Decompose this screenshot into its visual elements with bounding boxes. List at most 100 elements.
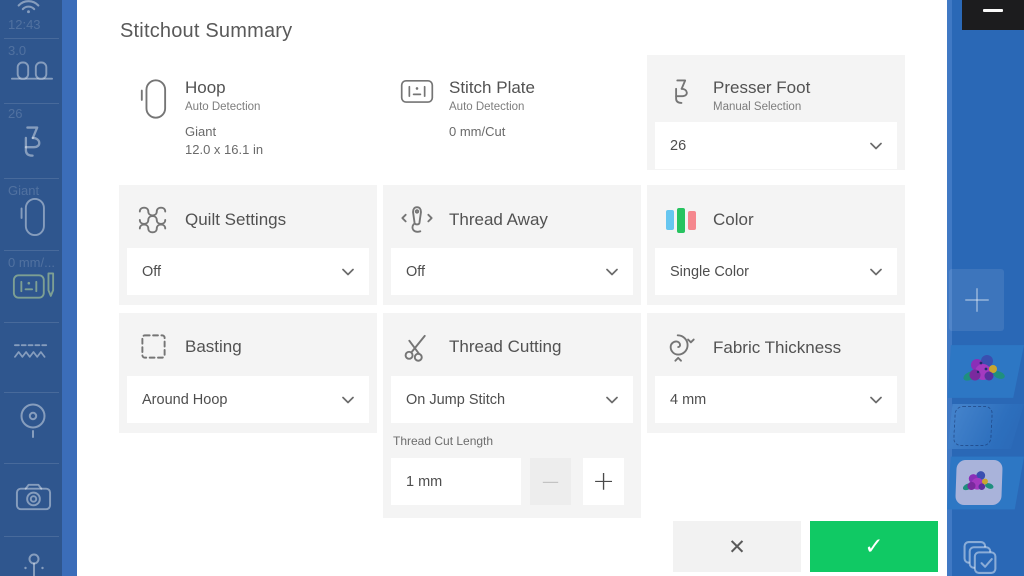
minimize-button[interactable] [962, 0, 1024, 30]
stitch-plate-title: Stitch Plate [449, 78, 535, 97]
stitch-plate-icon [400, 78, 434, 104]
fabric-thickness-icon [664, 332, 698, 364]
presser-foot-select[interactable]: 26 [655, 122, 897, 169]
sidebar-tension-label: 3.0 [8, 43, 27, 58]
presser-foot-card: Presser Foot Manual Selection 26 [647, 55, 905, 170]
sidebar-item-presser-foot[interactable] [17, 124, 47, 160]
basting-icon [136, 332, 170, 361]
confirm-button[interactable]: ✓ [810, 521, 938, 572]
sidebar-item-thread-spools[interactable] [11, 60, 53, 86]
left-sidebar-edge [62, 0, 77, 576]
stitch-plate-subtitle: Auto Detection [449, 100, 525, 113]
hoop-icon [20, 197, 45, 237]
chevron-down-icon [870, 142, 882, 150]
thread-cutting-select[interactable]: On Jump Stitch [391, 376, 633, 423]
chevron-down-icon [606, 396, 618, 404]
color-title: Color [713, 210, 754, 230]
thread-cutting-value: On Jump Stitch [406, 391, 506, 408]
sidebar-item-needle[interactable] [23, 552, 45, 576]
stitch-plate-card: Stitch Plate Auto Detection 0 mm/Cut [383, 55, 641, 170]
basting-card: Basting Around Hoop [119, 313, 377, 433]
sidebar-item-stitch-plate[interactable] [12, 270, 55, 303]
divider [4, 536, 59, 537]
divider [4, 250, 59, 251]
camera-icon [15, 483, 52, 511]
sidebar-item-camera[interactable] [14, 480, 53, 513]
sidebar-item-wifi[interactable] [15, 0, 42, 14]
stitchout-summary-panel: Stitchout Summary Hoop Auto Detection Gi… [77, 0, 947, 576]
hoop-title: Hoop [185, 78, 226, 97]
hoop-subtitle: Auto Detection [185, 100, 261, 113]
quilt-settings-icon [136, 204, 170, 236]
presser-foot-title: Presser Foot [713, 78, 811, 97]
chevron-down-icon [342, 268, 354, 276]
thread-away-select[interactable]: Off [391, 248, 633, 295]
mat-layer-preview[interactable] [947, 456, 1024, 510]
color-bar-blue [666, 210, 674, 230]
basting-outline [952, 406, 994, 446]
sidebar-plate-label: 0 mm/... [8, 255, 55, 270]
divider [4, 178, 59, 179]
stitch-plate-icon [12, 272, 55, 299]
embroidery-flower-thumbnail [962, 351, 1008, 396]
divider [4, 103, 59, 104]
fabric-thickness-select[interactable]: 4 mm [655, 376, 897, 423]
sidebar-item-stitches[interactable] [13, 341, 52, 363]
design-layer-preview[interactable] [947, 345, 1024, 398]
basting-layer-preview[interactable] [947, 403, 1024, 450]
divider [4, 38, 59, 39]
hoop-card: Hoop Auto Detection Giant 12.0 x 16.1 in [119, 55, 377, 170]
basting-title: Basting [185, 336, 242, 356]
sidebar-clock-label: 12:43 [8, 17, 41, 32]
chevron-down-icon [870, 396, 882, 404]
quilt-settings-value: Off [142, 263, 162, 280]
color-bar-pink [688, 210, 696, 230]
presser-foot-icon [24, 126, 41, 157]
fabric-thickness-title: Fabric Thickness [713, 338, 842, 358]
thread-cut-length-decrement-button[interactable]: — [530, 458, 571, 505]
color-select[interactable]: Single Color [655, 248, 897, 295]
sidebar-item-bobbin[interactable] [18, 402, 48, 442]
thread-cut-length-increment-button[interactable]: + [583, 458, 624, 505]
thread-cut-length-label: Thread Cut Length [393, 434, 494, 448]
thread-away-value: Off [406, 263, 426, 280]
color-icon [664, 204, 698, 236]
minimize-icon [983, 9, 1003, 12]
color-value: Single Color [670, 263, 749, 280]
chevron-down-icon [870, 268, 882, 276]
stitch-plate-details: 0 mm/Cut [449, 123, 505, 141]
layers-overview-button[interactable] [960, 539, 1002, 576]
left-sidebar: 12:43 3.0 26 Giant 0 mm/... [0, 0, 77, 576]
color-card: Color Single Color [647, 185, 905, 305]
add-design-button[interactable] [949, 269, 1004, 331]
fabric-thickness-value: 4 mm [670, 391, 707, 408]
thread-spools-icon [11, 61, 53, 80]
sidebar-foot-label: 26 [8, 106, 23, 121]
divider [4, 322, 59, 323]
thread-cutting-title: Thread Cutting [449, 337, 562, 357]
cancel-button[interactable]: ✕ [673, 521, 801, 572]
hoop-icon [136, 78, 170, 120]
stitch-plate-cut-value: 0 mm/Cut [449, 124, 506, 139]
hoop-dimensions: 12.0 x 16.1 in [185, 141, 264, 157]
divider [4, 463, 59, 464]
thread-cutting-card: Thread Cutting On Jump Stitch Thread Cut… [383, 313, 641, 518]
presser-foot-subtitle: Manual Selection [713, 100, 802, 113]
bobbin-icon [20, 403, 46, 438]
fabric-thickness-card: Fabric Thickness 4 mm [647, 313, 905, 433]
zigzag-stitches-icon [13, 344, 48, 358]
chevron-down-icon [606, 268, 618, 276]
basting-select[interactable]: Around Hoop [127, 376, 369, 423]
quilt-settings-select[interactable]: Off [127, 248, 369, 295]
divider [4, 392, 59, 393]
page-title: Stitchout Summary [120, 20, 293, 42]
thread-away-card: Thread Away Off [383, 185, 641, 305]
quilt-settings-title: Quilt Settings [185, 210, 287, 230]
hooped-design-thumbnail [955, 460, 1003, 505]
thread-cut-length-value: 1 mm [391, 458, 521, 505]
app-window: 12:43 3.0 26 Giant 0 mm/... Stitchout Su… [0, 0, 1024, 576]
thread-away-icon [400, 204, 434, 235]
sidebar-hoop-label: Giant [8, 183, 40, 198]
hoop-size-name: Giant [185, 124, 217, 139]
sidebar-item-hoop[interactable] [19, 197, 46, 237]
